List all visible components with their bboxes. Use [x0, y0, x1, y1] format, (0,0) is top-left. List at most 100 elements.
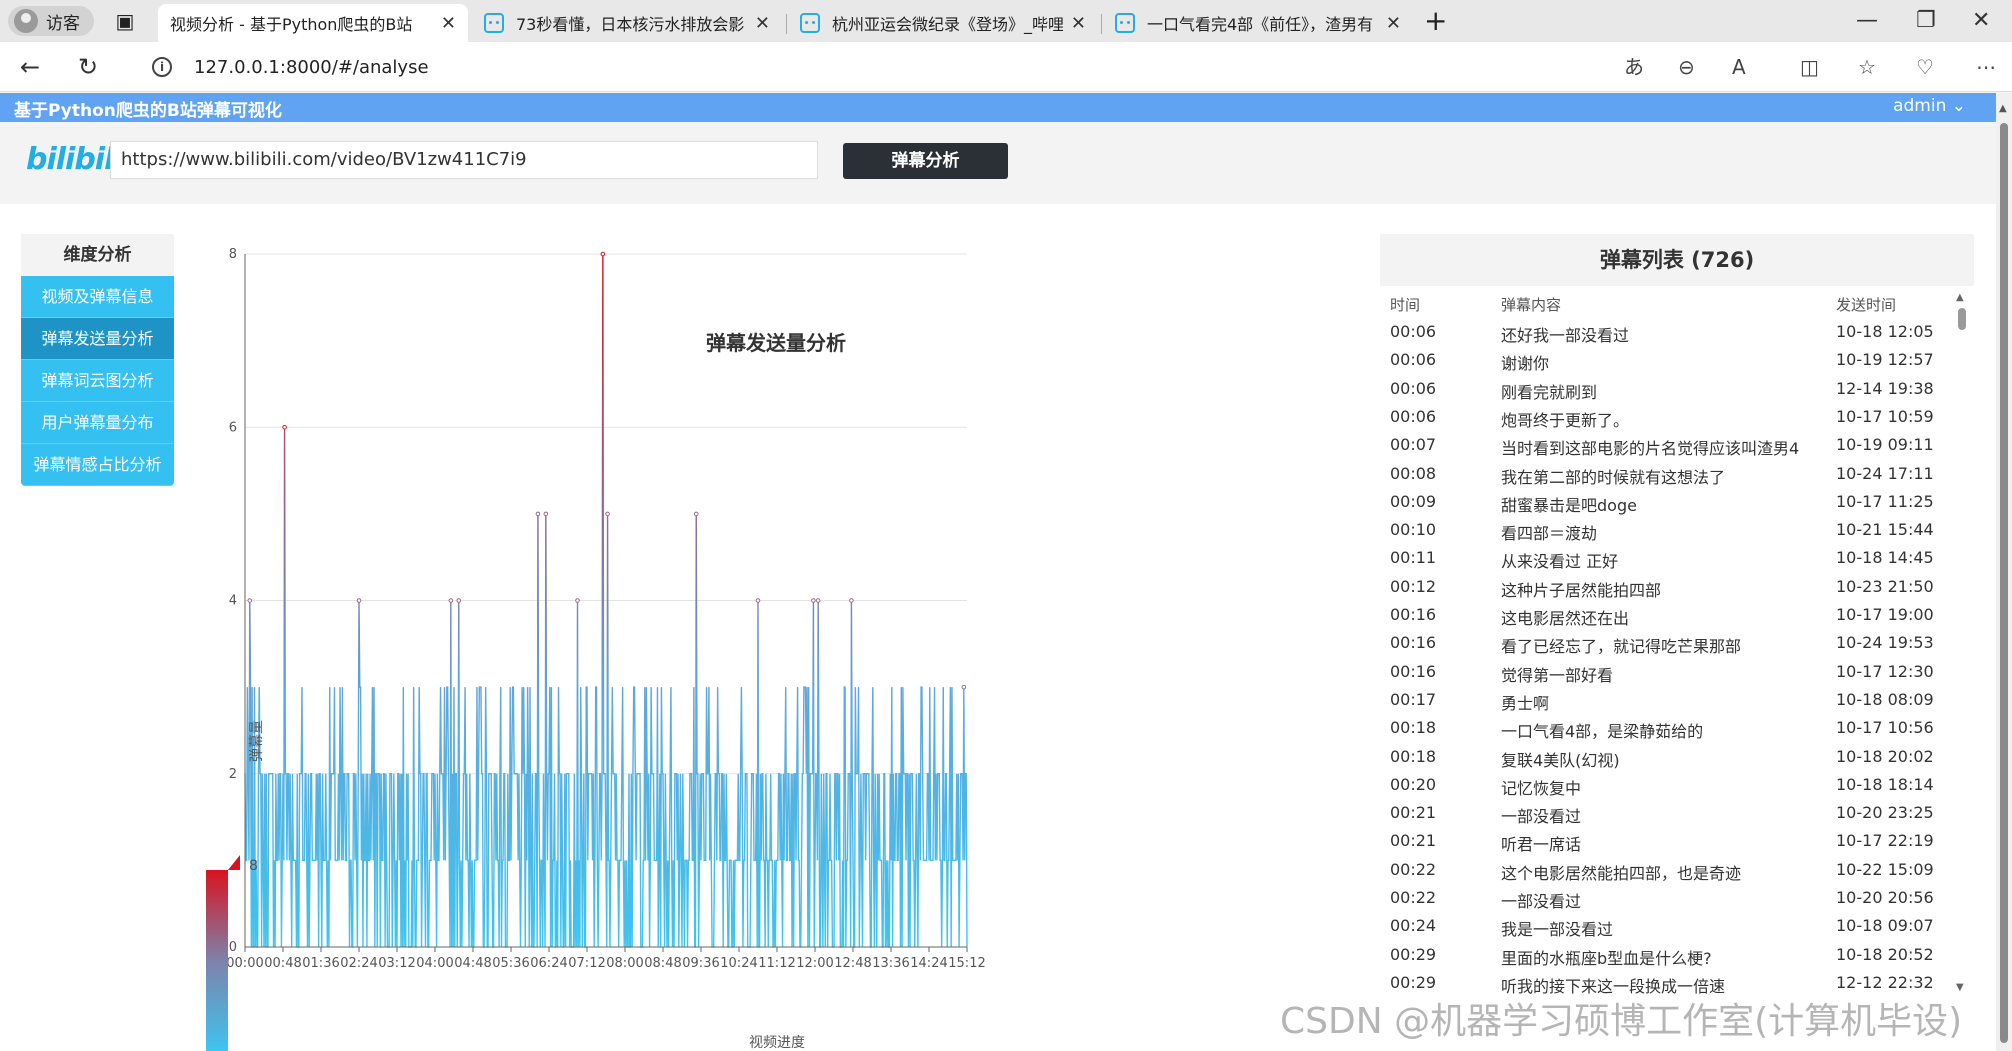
table-row[interactable]: 00:16 觉得第一部好看 10-17 12:30 — [1380, 658, 1974, 686]
scroll-up-icon[interactable]: ▲ — [1956, 292, 1964, 303]
sidebar-item-sentiment[interactable]: 弹幕情感占比分析 — [21, 444, 174, 486]
bilibili-icon — [800, 13, 820, 33]
new-tab-icon[interactable]: + — [1424, 6, 1447, 36]
cell-time: 00:08 — [1390, 463, 1437, 483]
table-row[interactable]: 00:06 炮哥终于更新了。 10-17 10:59 — [1380, 403, 1974, 431]
peak-point[interactable] — [600, 251, 606, 257]
table-row[interactable]: 00:22 一部没看过 10-20 20:56 — [1380, 884, 1974, 912]
x-tick-label: 07:12 — [568, 956, 605, 971]
peak-point[interactable] — [448, 598, 454, 603]
table-row[interactable]: 00:12 这种片子居然能拍四部 10-23 21:50 — [1380, 573, 1974, 601]
peak-point[interactable] — [575, 598, 580, 603]
video-url-input[interactable]: https://www.bilibili.com/video/BV1zw411C… — [110, 141, 818, 179]
web-page: 基于Python爬虫的B站弹幕可视化 admin ⌄ bilibili http… — [0, 93, 1996, 1051]
restore-icon[interactable]: ❐ — [1916, 6, 1936, 36]
table-row[interactable]: 00:06 刚看完就刷到 12-14 19:38 — [1380, 375, 1974, 403]
table-row[interactable]: 00:24 我是一部没看过 10-18 09:07 — [1380, 912, 1974, 940]
scroll-up-icon[interactable]: ▲ — [1999, 103, 2007, 114]
danmaku-table[interactable]: 时间 弹幕内容 发送时间 ▲ ▼ 00:06 还好我一部没看过 10-18 12:0… — [1380, 286, 1974, 1051]
cell-content: 记忆恢复中 — [1501, 778, 1582, 798]
peak-point[interactable] — [282, 424, 287, 430]
tab-2[interactable]: 73秒看懂，日本核污水排放会影 ✕ — [472, 4, 782, 42]
sidebar-item-video-info[interactable]: 视频及弹幕信息 — [21, 276, 174, 318]
page-scrollbar[interactable]: ▲ — [1996, 93, 2012, 1051]
table-row[interactable]: 00:29 里面的水瓶座b型血是什么梗? 10-18 20:52 — [1380, 941, 1974, 969]
translate-icon[interactable]: あ — [1624, 56, 1644, 78]
page-scroll-thumb[interactable] — [2000, 123, 2008, 1043]
cell-content: 里面的水瓶座b型血是什么梗? — [1501, 948, 1712, 968]
sidebar-item-user-distribution[interactable]: 用户弹幕量分布 — [21, 402, 174, 444]
table-row[interactable]: 00:22 这个电影居然能拍四部，也是奇迹 10-22 15:09 — [1380, 856, 1974, 884]
browser-essentials-icon[interactable]: ♡ — [1916, 56, 1934, 78]
table-row[interactable]: 00:17 勇士啊 10-18 08:09 — [1380, 686, 1974, 714]
peak-point[interactable] — [247, 598, 253, 603]
peak-point[interactable] — [693, 511, 699, 517]
peak-point[interactable] — [535, 511, 541, 517]
visual-map-handle-top[interactable] — [228, 855, 240, 870]
table-row[interactable]: 00:07 当时看到这部电影的片名觉得应该叫渣男4 10-19 09:11 — [1380, 431, 1974, 459]
reload-icon[interactable]: ↻ — [78, 52, 98, 82]
profile-button[interactable]: 访客 — [8, 6, 94, 36]
visual-map-bar — [206, 870, 228, 1051]
tab-3[interactable]: 杭州亚运会微纪录《登场》_哔哩 ✕ — [788, 4, 1098, 42]
peak-point[interactable] — [605, 511, 610, 517]
table-row[interactable]: 00:21 一部没看过 10-20 23:25 — [1380, 799, 1974, 827]
tab-4[interactable]: 一口气看完4部《前任》，渣男有 ✕ — [1103, 4, 1413, 42]
sidebar-item-wordcloud[interactable]: 弹幕词云图分析 — [21, 360, 174, 402]
x-tick-label: 02:24 — [340, 956, 377, 971]
tab-close-icon[interactable]: ✕ — [1386, 13, 1401, 34]
split-screen-icon[interactable]: ◫ — [1800, 56, 1819, 78]
analyze-button[interactable]: 弹幕分析 — [843, 143, 1008, 179]
peak-point[interactable] — [755, 598, 761, 603]
y-tick-label: 2 — [229, 767, 237, 782]
cell-sent-time: 10-18 18:14 — [1836, 774, 1934, 794]
table-row[interactable]: 00:18 一口气看4部，是梁静茹给的 10-17 10:56 — [1380, 714, 1974, 742]
cell-content: 觉得第一部好看 — [1501, 665, 1614, 685]
cell-content: 谢谢你 — [1501, 354, 1550, 374]
app-header: 基于Python爬虫的B站弹幕可视化 admin ⌄ — [0, 93, 1996, 122]
zoom-out-icon[interactable]: ⊖ — [1678, 56, 1695, 78]
address-url[interactable]: 127.0.0.1:8000/#/analyse — [194, 57, 429, 78]
address-bar[interactable]: i 127.0.0.1:8000/#/analyse — [130, 48, 1770, 86]
table-row[interactable]: 00:06 还好我一部没看过 10-18 12:05 — [1380, 318, 1974, 346]
table-row[interactable]: 00:06 谢谢你 10-19 12:57 — [1380, 346, 1974, 374]
table-row[interactable]: 00:16 看了已经忘了，就记得吃芒果那部 10-24 19:53 — [1380, 629, 1974, 657]
peak-point[interactable] — [849, 598, 854, 603]
site-info-icon[interactable]: i — [152, 57, 172, 77]
table-row[interactable]: 00:11 从来没看过 正好 10-18 14:45 — [1380, 544, 1974, 572]
peak-point[interactable] — [456, 598, 462, 603]
tab-1[interactable]: 视频分析 - 基于Python爬虫的B站 ✕ — [158, 4, 468, 42]
read-aloud-icon[interactable]: A — [1732, 56, 1746, 78]
table-row[interactable]: 00:16 这电影居然还在出 10-17 19:00 — [1380, 601, 1974, 629]
user-menu[interactable]: admin ⌄ — [1893, 96, 1966, 116]
peak-point[interactable] — [543, 511, 549, 517]
cell-content: 一口气看4部，是梁静茹给的 — [1501, 722, 1704, 742]
cell-sent-time: 10-18 12:05 — [1836, 322, 1934, 341]
tab-actions-icon[interactable]: ▣ — [112, 8, 138, 34]
minimize-icon[interactable]: — — [1856, 6, 1878, 36]
table-row[interactable]: 00:10 看四部＝渡劫 10-21 15:44 — [1380, 516, 1974, 544]
peak-point[interactable] — [356, 598, 362, 603]
table-row[interactable]: 00:09 甜蜜暴击是吧doge 10-17 11:25 — [1380, 488, 1974, 516]
peak-point[interactable] — [815, 598, 821, 603]
cell-sent-time: 10-18 08:09 — [1836, 689, 1934, 709]
browser-toolbar: ← ↻ i 127.0.0.1:8000/#/analyse あ ⊖ A ◫ ☆… — [0, 42, 2012, 92]
table-row[interactable]: 00:08 我在第二部的时候就有这想法了 10-24 17:11 — [1380, 460, 1974, 488]
more-menu-icon[interactable]: ⋯ — [1976, 56, 1996, 78]
tab-close-icon[interactable]: ✕ — [755, 13, 770, 34]
tab-close-icon[interactable]: ✕ — [1071, 13, 1086, 34]
sidebar-item-danmaku-volume[interactable]: 弹幕发送量分析 — [21, 318, 174, 360]
table-row[interactable]: 00:21 听君一席话 10-17 22:19 — [1380, 827, 1974, 855]
table-row[interactable]: 00:18 复联4美队(幻视) 10-18 20:02 — [1380, 743, 1974, 771]
cell-content: 我是一部没看过 — [1501, 920, 1614, 940]
cell-sent-time: 10-17 12:30 — [1836, 661, 1934, 681]
cell-content: 当时看到这部电影的片名觉得应该叫渣男4 — [1501, 439, 1800, 459]
tab-close-icon[interactable]: ✕ — [441, 13, 456, 34]
x-tick-label: 11:12 — [758, 956, 795, 971]
peak-point[interactable] — [811, 598, 816, 603]
favorites-icon[interactable]: ☆ — [1858, 56, 1876, 78]
back-icon[interactable]: ← — [20, 52, 40, 82]
close-window-icon[interactable]: ✕ — [1972, 6, 1990, 36]
table-row[interactable]: 00:20 记忆恢复中 10-18 18:14 — [1380, 771, 1974, 799]
peak-point[interactable] — [961, 684, 967, 690]
